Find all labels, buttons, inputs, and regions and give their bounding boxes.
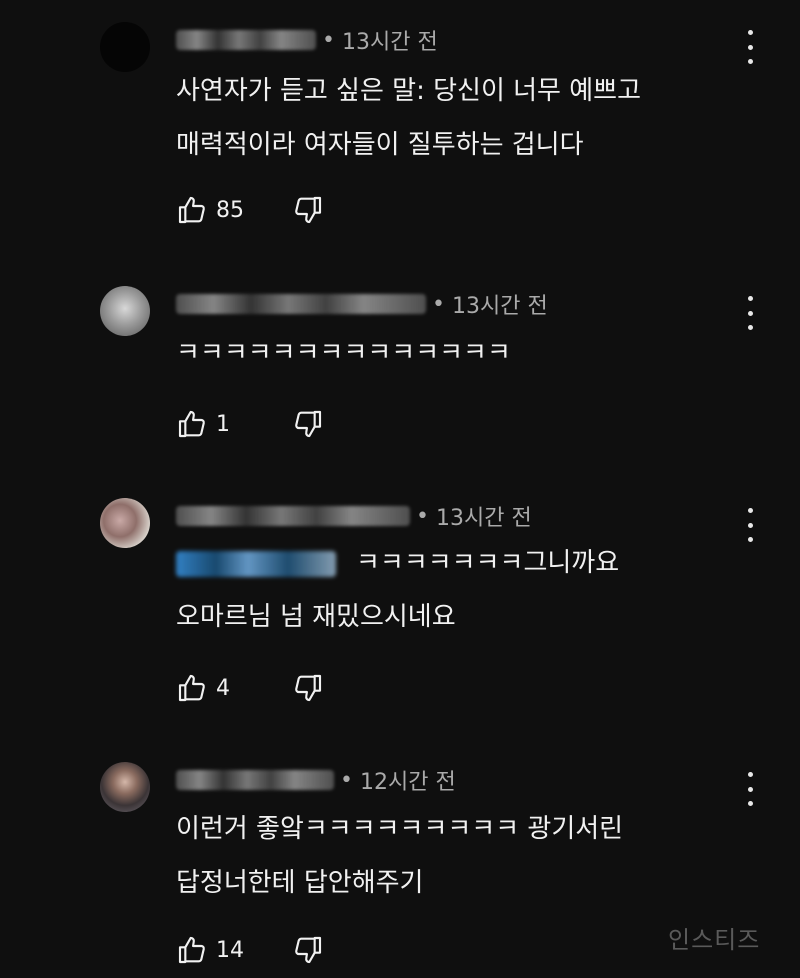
dislike-button[interactable] bbox=[292, 408, 324, 440]
comment-meta: • 12시간 전 bbox=[176, 764, 456, 796]
thumbs-up-icon bbox=[178, 674, 205, 702]
watermark: 인스티즈 bbox=[668, 926, 761, 954]
more-options-button[interactable] bbox=[740, 508, 760, 542]
separator-dot: • bbox=[416, 503, 436, 529]
comment-line: 사연자가 듣고 싶은 말: 당신이 너무 예쁘고 bbox=[176, 76, 641, 106]
username-blurred[interactable] bbox=[176, 506, 410, 526]
dislike-button[interactable] bbox=[292, 934, 324, 966]
comment-actions: 4 bbox=[176, 668, 324, 708]
comment-time: 12시간 전 bbox=[359, 770, 456, 795]
avatar[interactable] bbox=[100, 286, 150, 336]
like-count: 4 bbox=[216, 675, 230, 701]
comment-actions: 1 bbox=[176, 404, 324, 444]
separator-dot: • bbox=[432, 291, 452, 317]
like-count: 14 bbox=[216, 937, 244, 963]
separator-dot: • bbox=[340, 767, 360, 793]
comment-meta: • 13시간 전 bbox=[176, 288, 548, 320]
comment-actions: 14 bbox=[176, 930, 324, 970]
comment-meta: • 13시간 전 bbox=[176, 500, 532, 532]
more-options-button[interactable] bbox=[740, 296, 760, 330]
comment-text: 사연자가 듣고 싶은 말: 당신이 너무 예쁘고 매력적이라 여자들이 질투하는… bbox=[176, 64, 641, 172]
thumbs-down-icon bbox=[295, 410, 322, 438]
avatar[interactable] bbox=[100, 498, 150, 548]
comment-line-text: ㅋㅋㅋㅋㅋㅋㅋ그니까요 bbox=[356, 548, 620, 578]
comment-line: 매력적이라 여자들이 질투하는 겁니다 bbox=[176, 130, 584, 160]
dislike-button[interactable] bbox=[292, 194, 324, 226]
like-count: 1 bbox=[216, 411, 230, 437]
like-button[interactable]: 85 bbox=[176, 194, 286, 226]
thumbs-down-icon bbox=[295, 196, 322, 224]
more-options-button[interactable] bbox=[740, 30, 760, 64]
avatar[interactable] bbox=[100, 762, 150, 812]
thumbs-up-icon bbox=[178, 410, 205, 438]
comment-actions: 85 bbox=[176, 190, 324, 230]
like-count: 85 bbox=[216, 197, 244, 223]
comment-line: 답정너한테 답안해주기 bbox=[176, 868, 424, 898]
comment-text: ㅋㅋㅋㅋㅋㅋㅋㅋㅋㅋㅋㅋㅋㅋ bbox=[176, 326, 511, 380]
mention-blurred[interactable] bbox=[176, 550, 336, 577]
comment-time: 13시간 전 bbox=[435, 506, 532, 531]
like-button[interactable]: 4 bbox=[176, 672, 286, 704]
comment-meta: • 13시간 전 bbox=[176, 24, 438, 56]
comment-line: ㅋㅋㅋㅋㅋㅋㅋ그니까요 bbox=[176, 536, 619, 590]
dislike-button[interactable] bbox=[292, 672, 324, 704]
comment-time: 13시간 전 bbox=[341, 30, 438, 55]
separator-dot: • bbox=[322, 27, 342, 53]
comment-line: 이런거 좋앜ㅋㅋㅋㅋㅋㅋㅋㅋㅋ 광기서린 bbox=[176, 814, 624, 844]
more-options-button[interactable] bbox=[740, 772, 760, 806]
like-button[interactable]: 14 bbox=[176, 934, 286, 966]
username-blurred[interactable] bbox=[176, 30, 316, 50]
username-blurred[interactable] bbox=[176, 770, 334, 790]
comment-text: 이런거 좋앜ㅋㅋㅋㅋㅋㅋㅋㅋㅋ 광기서린 답정너한테 답안해주기 bbox=[176, 802, 623, 910]
thumbs-down-icon bbox=[295, 674, 322, 702]
avatar[interactable] bbox=[100, 22, 150, 72]
comment-line: ㅋㅋㅋㅋㅋㅋㅋㅋㅋㅋㅋㅋㅋㅋ bbox=[176, 338, 511, 368]
comment-time: 13시간 전 bbox=[451, 294, 548, 319]
thumbs-up-icon bbox=[178, 196, 205, 224]
username-blurred[interactable] bbox=[176, 294, 426, 314]
comment-line: 오마르님 넘 재밌으시네요 bbox=[176, 602, 456, 632]
thumbs-up-icon bbox=[178, 936, 205, 964]
thumbs-down-icon bbox=[295, 936, 322, 964]
like-button[interactable]: 1 bbox=[176, 408, 286, 440]
comment-text: ㅋㅋㅋㅋㅋㅋㅋ그니까요 오마르님 넘 재밌으시네요 bbox=[176, 536, 619, 644]
